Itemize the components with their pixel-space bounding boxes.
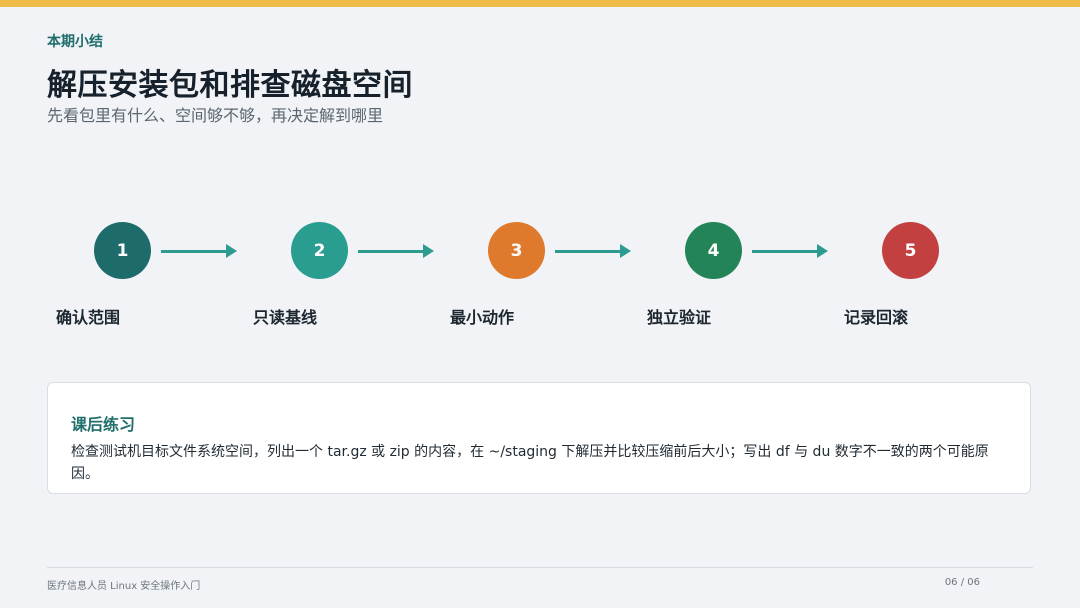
step-2-circle: 2 xyxy=(291,222,348,279)
step-4-label: 独立验证 xyxy=(647,308,712,327)
footer-page-number: 06 / 06 xyxy=(944,577,980,588)
footer-course-name: 医疗信息人员 Linux 安全操作入门 xyxy=(47,581,201,592)
step-1-circle: 1 xyxy=(94,222,151,279)
exercise-card: 课后练习 检查测试机目标文件系统空间，列出一个 tar.gz 或 zip 的内容… xyxy=(47,382,1031,494)
flow-arrow-4 xyxy=(752,244,828,258)
page-title: 解压安装包和排查磁盘空间 xyxy=(47,68,413,103)
section-kicker: 本期小结 xyxy=(47,34,103,50)
step-4-circle: 4 xyxy=(685,222,742,279)
flow-arrow-1 xyxy=(161,244,237,258)
top-accent-bar xyxy=(0,0,1080,7)
step-3-circle: 3 xyxy=(488,222,545,279)
flow-arrow-3 xyxy=(555,244,631,258)
page-subtitle: 先看包里有什么、空间够不够，再决定解到哪里 xyxy=(47,106,384,125)
exercise-title: 课后练习 xyxy=(71,415,136,434)
step-3-label: 最小动作 xyxy=(450,308,515,327)
exercise-body: 检查测试机目标文件系统空间，列出一个 tar.gz 或 zip 的内容，在 ~/… xyxy=(71,444,989,482)
flow-arrow-2 xyxy=(358,244,434,258)
step-1-label: 确认范围 xyxy=(56,308,121,327)
step-5-circle: 5 xyxy=(882,222,939,279)
step-2-label: 只读基线 xyxy=(253,308,318,327)
footer-divider xyxy=(47,567,1033,568)
step-5-label: 记录回滚 xyxy=(844,308,909,327)
